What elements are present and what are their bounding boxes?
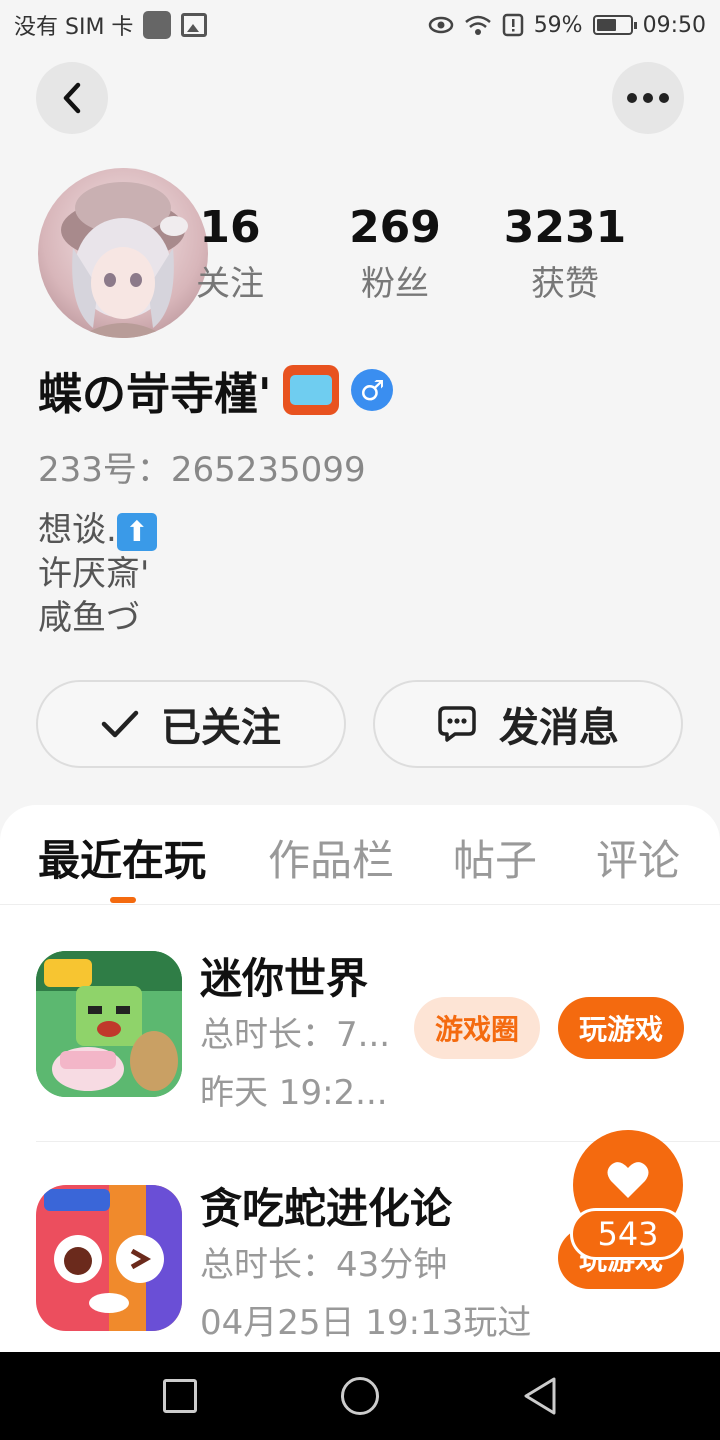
image-notification-icon [181,13,208,37]
followed-button[interactable]: 已关注 [36,680,346,768]
eye-icon [428,16,453,34]
system-nav-bar [0,1352,720,1440]
notification-square-icon [143,11,172,39]
fans-label: 粉丝 [361,264,429,304]
stat-likes[interactable]: 3231 获赞 [490,200,640,312]
message-button-label: 发消息 [499,705,619,751]
game-icon-mini-world [36,951,182,1097]
profile-name-row: 蝶の岢寺槿' ♂ [38,358,394,422]
bio: 想谈. ⬆ 许厌斎' 咸鱼づ [38,508,157,640]
more-button[interactable] [612,62,684,134]
carrier-text: 没有 SIM 卡 [14,15,134,40]
alert-icon [502,13,523,37]
message-button[interactable]: 发消息 [373,680,683,768]
status-bar: 没有 SIM 卡 59% 09:50 [0,0,720,50]
chevron-left-icon [63,82,81,114]
content-card: 最近在玩 作品栏 帖子 评论 迷你世界 总时长：7... 昨天 19:2... … [0,805,720,1355]
game-item[interactable]: 迷你世界 总时长：7... 昨天 19:2... 游戏圈 玩游戏 [36,935,720,1115]
game-duration: 总时长：43分钟 [200,1245,448,1285]
nickname: 蝶の岢寺槿' [38,369,272,420]
heart-icon [607,1162,649,1198]
game-last-played: 04月25日 19:13玩过 [200,1303,532,1343]
bio-line-1: 想谈. [38,510,117,550]
tab-bar: 最近在玩 作品栏 帖子 评论 [0,805,720,905]
game-icon-snake-evolution [36,1185,182,1331]
followed-button-label: 已关注 [161,705,281,751]
battery-icon [592,15,637,35]
user-id: 233号：265235099 [38,450,366,490]
back-button[interactable] [36,62,108,134]
likes-label: 获赞 [531,264,599,304]
stat-fans[interactable]: 269 粉丝 [320,200,470,312]
more-dots-icon [627,93,669,103]
play-game-button[interactable]: 玩游戏 [558,997,684,1059]
chat-bubble-icon [438,706,476,742]
game-title: 贪吃蛇进化论 [200,1184,453,1233]
back-triangle-icon[interactable] [522,1376,558,1416]
tab-recent-play[interactable]: 最近在玩 [38,827,206,888]
tab-posts[interactable]: 帖子 [453,827,537,888]
game-last-played: 昨天 19:2... [200,1073,388,1113]
bio-line-3: 咸鱼づ [38,598,140,638]
following-count: 16 [199,202,261,253]
bio-line-2: 许厌斎' [38,554,150,594]
following-label: 关注 [196,264,264,304]
tab-works[interactable]: 作品栏 [268,827,394,888]
game-title: 迷你世界 [200,954,369,1003]
likes-count: 3231 [503,202,627,253]
like-count: 543 [570,1208,686,1260]
home-icon[interactable] [341,1377,379,1415]
male-gender-icon: ♂ [351,369,394,411]
stat-following[interactable]: 16 关注 [155,200,305,312]
recent-apps-icon[interactable] [163,1379,197,1413]
fans-count: 269 [349,202,441,253]
battery-percent: 59% [533,12,583,38]
check-icon [101,710,139,738]
active-tab-indicator [110,897,136,903]
wifi-icon [464,15,491,35]
game-duration: 总时长：7... [200,1015,391,1055]
up-arrow-icon: ⬆ [116,512,157,551]
game-circle-button[interactable]: 游戏圈 [414,997,540,1059]
tab-comments[interactable]: 评论 [596,827,680,888]
clock: 09:50 [642,12,706,38]
tv-icon [283,365,340,415]
